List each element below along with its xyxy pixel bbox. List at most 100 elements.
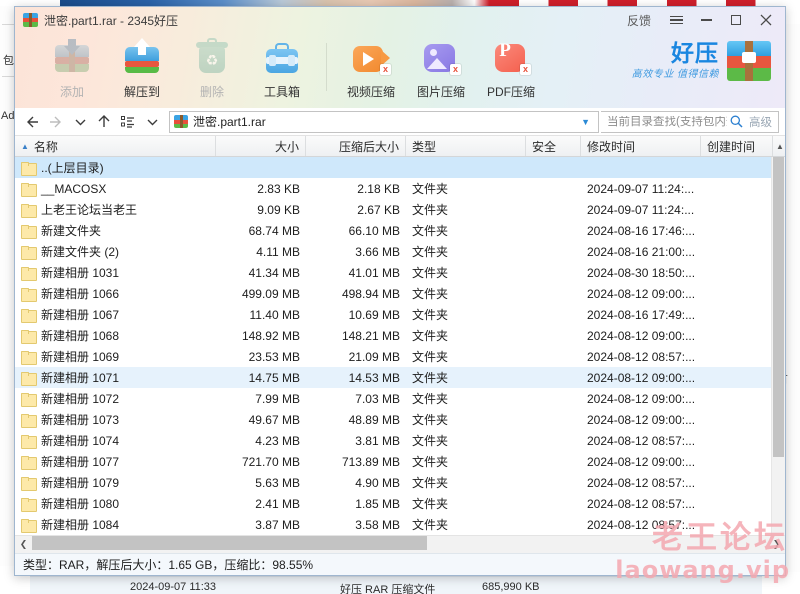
toolbar-button-video-compress[interactable]: x 视频压缩 xyxy=(336,33,406,100)
minimize-button[interactable] xyxy=(691,8,721,32)
cell-type: 文件夹 xyxy=(406,493,526,514)
cell-name: 新建相册 1079 xyxy=(15,472,216,493)
table-row[interactable]: 新建相册 1074 4.23 MB 3.81 MB 文件夹 2024-08-12 08:… xyxy=(15,430,785,451)
history-dropdown-button[interactable] xyxy=(69,111,91,133)
cell-size: 5.63 MB xyxy=(216,472,306,493)
cell-ctime xyxy=(701,262,773,283)
view-mode-button[interactable] xyxy=(117,111,139,133)
vertical-scrollbar[interactable] xyxy=(771,157,785,535)
table-row[interactable]: 新建相册 1072 7.99 MB 7.03 MB 文件夹 2024-08-12 09:… xyxy=(15,388,785,409)
table-row[interactable]: 新建相册 1071 14.75 MB 14.53 MB 文件夹 2024-08-12 0… xyxy=(15,367,785,388)
list-view-icon xyxy=(121,115,134,128)
haozip-logo-icon xyxy=(727,41,771,81)
magnifier-icon[interactable] xyxy=(727,113,745,131)
cell-text: 文件夹 xyxy=(412,287,449,301)
maximize-button[interactable] xyxy=(721,8,751,32)
cell-csize: 41.01 MB xyxy=(306,262,406,283)
column-options-button[interactable]: ▲ xyxy=(773,136,785,156)
feedback-link[interactable]: 反馈 xyxy=(627,12,651,29)
toolbar-button-add[interactable]: 添加 xyxy=(37,33,107,100)
cell-text: 新建相册 1080 xyxy=(41,497,120,511)
search-input[interactable] xyxy=(607,115,727,128)
toolbar-button-delete[interactable]: ♻ 删除 xyxy=(177,33,247,100)
folder-icon xyxy=(21,329,37,344)
table-row[interactable]: 新建相册 1073 49.67 MB 48.89 MB 文件夹 2024-08-12 0… xyxy=(15,409,785,430)
folder-icon xyxy=(21,392,37,407)
toolbar-button-image-compress[interactable]: x 图片压缩 xyxy=(406,33,476,100)
table-row[interactable]: 新建文件夹 68.74 MB 66.10 MB 文件夹 2024-08-16 17:46… xyxy=(15,220,785,241)
cell-text: 文件夹 xyxy=(412,182,449,196)
horizontal-scrollbar-thumb[interactable] xyxy=(32,536,427,550)
scroll-right-arrow[interactable]: ❯ xyxy=(768,536,785,553)
table-row[interactable]: ..(上层目录) xyxy=(15,157,785,178)
column-header-mtime[interactable]: 修改时间 xyxy=(581,136,701,156)
cell-text: 3.87 MB xyxy=(255,517,300,532)
cell-mtime: 2024-08-12 08:57:... xyxy=(581,346,701,367)
folder-icon xyxy=(21,434,37,449)
menu-button[interactable] xyxy=(661,8,691,32)
table-row[interactable]: 新建相册 1080 2.41 MB 1.85 MB 文件夹 2024-08-12 08:… xyxy=(15,493,785,514)
close-button[interactable] xyxy=(751,8,781,32)
cell-sec xyxy=(526,451,581,472)
table-row[interactable]: 新建相册 1077 721.70 MB 713.89 MB 文件夹 2024-08-12… xyxy=(15,451,785,472)
back-button[interactable] xyxy=(21,111,43,133)
toolbar-button-extract-to[interactable]: 解压到 xyxy=(107,33,177,100)
cell-type: 文件夹 xyxy=(406,409,526,430)
cell-sec xyxy=(526,472,581,493)
view-mode-dropdown-button[interactable] xyxy=(141,111,163,133)
background-row-size: 685,990 KB xyxy=(482,581,540,593)
cell-size: 499.09 MB xyxy=(216,283,306,304)
cell-text: 新建相册 1031 xyxy=(41,266,120,280)
column-header-name[interactable]: ▲ 名称 xyxy=(15,136,216,156)
toolbar-button-toolbox[interactable]: 工具箱 xyxy=(247,33,317,100)
cell-size xyxy=(216,157,306,178)
table-row[interactable]: 新建相册 1068 148.92 MB 148.21 MB 文件夹 2024-08-12… xyxy=(15,325,785,346)
table-row[interactable]: 新建相册 1066 499.09 MB 498.94 MB 文件夹 2024-08-12… xyxy=(15,283,785,304)
scroll-left-arrow[interactable]: ❮ xyxy=(15,536,32,553)
navigation-bar: 泄密.part1.rar ▼ 高级 xyxy=(15,108,785,136)
cell-size: 7.99 MB xyxy=(216,388,306,409)
table-row[interactable]: 新建相册 1069 23.53 MB 21.09 MB 文件夹 2024-08-12 0… xyxy=(15,346,785,367)
cell-text: 新建文件夹 xyxy=(41,224,102,238)
cell-csize: 498.94 MB xyxy=(306,283,406,304)
toolbar-label: 解压到 xyxy=(123,85,160,99)
table-row[interactable]: __MACOSX 2.83 KB 2.18 KB 文件夹 2024-09-07 11:2… xyxy=(15,178,785,199)
cell-sec xyxy=(526,325,581,346)
column-header-sec[interactable]: 安全 xyxy=(526,136,581,156)
cell-name: 新建文件夹 xyxy=(15,220,216,241)
toolbar-label: 添加 xyxy=(59,85,84,99)
column-header-type[interactable]: 类型 xyxy=(406,136,526,156)
cell-mtime: 2024-09-07 11:24:... xyxy=(581,199,701,220)
folder-icon xyxy=(21,161,37,176)
up-button[interactable] xyxy=(93,111,115,133)
cell-ctime xyxy=(701,325,773,346)
folder-icon xyxy=(21,371,37,386)
horizontal-scrollbar-track[interactable] xyxy=(32,536,768,553)
forward-button[interactable] xyxy=(45,111,67,133)
cell-text: 14.75 MB xyxy=(248,370,300,385)
cell-csize: 713.89 MB xyxy=(306,451,406,472)
table-row[interactable]: 新建文件夹 (2) 4.11 MB 3.66 MB 文件夹 2024-08-16 21:… xyxy=(15,241,785,262)
table-row[interactable]: 新建相册 1067 11.40 MB 10.69 MB 文件夹 2024-08-16 1… xyxy=(15,304,785,325)
cell-type: 文件夹 xyxy=(406,346,526,367)
table-row[interactable]: 新建相册 1079 5.63 MB 4.90 MB 文件夹 2024-08-12 08:… xyxy=(15,472,785,493)
advanced-search-link[interactable]: 高级 xyxy=(745,114,776,130)
cell-ctime xyxy=(701,199,773,220)
vertical-scrollbar-thumb[interactable] xyxy=(773,157,784,457)
cell-text: 新建相册 1074 xyxy=(41,434,120,448)
cell-sec xyxy=(526,241,581,262)
column-header-size[interactable]: 大小 xyxy=(216,136,306,156)
cell-text: 文件夹 xyxy=(412,245,449,259)
cell-sec xyxy=(526,199,581,220)
column-header-csize[interactable]: 压缩后大小 xyxy=(306,136,406,156)
table-row[interactable]: 新建相册 1084 3.87 MB 3.58 MB 文件夹 2024-08-12 08:… xyxy=(15,514,785,535)
cell-size: 2.83 KB xyxy=(216,178,306,199)
table-row[interactable]: 上老王论坛当老王 9.09 KB 2.67 KB 文件夹 2024-09-07 11:2… xyxy=(15,199,785,220)
chevron-down-icon[interactable]: ▼ xyxy=(577,117,594,127)
column-header-ctime[interactable]: 创建时间 xyxy=(701,136,773,156)
table-row[interactable]: 新建相册 1031 41.34 MB 41.01 MB 文件夹 2024-08-30 1… xyxy=(15,262,785,283)
horizontal-scrollbar[interactable]: ❮ ❯ xyxy=(15,535,785,553)
address-bar-value: 泄密.part1.rar xyxy=(193,115,266,129)
address-bar[interactable]: 泄密.part1.rar ▼ xyxy=(169,110,599,133)
toolbar-button-pdf-compress[interactable]: P x PDF压缩 xyxy=(476,33,546,100)
